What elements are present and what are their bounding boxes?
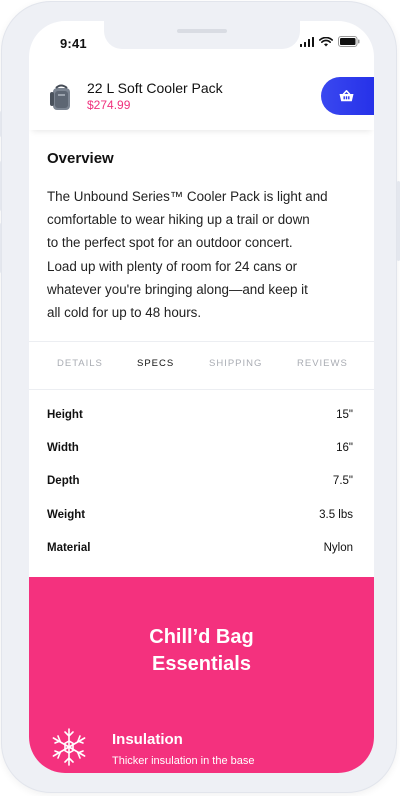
spec-label: Weight [47,509,86,521]
tab-bar: DETAILS SPECS SHIPPING REVIEWS [29,341,374,390]
overview-line: Load up with plenty of room for 24 cans … [47,258,298,274]
product-name: 22 L Soft Cooler Pack [87,80,223,96]
volume-up-button [0,161,1,211]
tab-details[interactable]: DETAILS [57,358,103,369]
feature-description: Thicker insulation in the base [112,755,255,767]
spec-row-width: Width 16" [47,442,353,460]
overview-line: all cold for up to 48 hours. [47,305,202,321]
add-to-cart-button[interactable] [321,77,374,115]
volume-down-button [0,223,1,273]
spec-value: 3.5 lbs [319,509,353,521]
spec-label: Depth [47,475,80,487]
notch [104,21,300,49]
cooler-pack-thumbnail [50,84,70,110]
essentials-section: Chill’d Bag Essentials Insulation Thicke… [29,577,374,773]
spec-row-weight: Weight 3.5 lbs [47,509,353,527]
spec-value: 15" [336,409,353,421]
essentials-title-line: Chill’d Bag [149,626,254,648]
wifi-icon [319,36,333,46]
feature-title: Insulation [112,731,183,748]
signal-icon [299,36,314,47]
status-time: 9:41 [60,36,87,51]
tab-reviews[interactable]: REVIEWS [297,358,348,369]
spec-row-depth: Depth 7.5" [47,475,353,493]
essentials-title: Chill’d Bag Essentials [29,624,374,678]
spec-row-height: Height 15" [47,409,353,427]
overview-line: The Unbound Series™ Cooler Pack is light… [47,189,328,204]
spec-row-material: Material Nylon [47,542,353,560]
overview-line: comfortable to wear hiking up a trail or… [47,212,310,228]
essentials-title-line: Essentials [152,653,251,675]
overview-description: The Unbound Series™ Cooler Pack is light… [47,185,357,324]
overview-title: Overview [47,150,114,167]
battery-icon [338,36,360,47]
tab-shipping[interactable]: SHIPPING [209,358,262,369]
speaker-grille [177,29,227,33]
overview-line: whatever you're bringing along—and keep … [47,281,308,297]
tab-specs[interactable]: SPECS [137,358,174,369]
spec-value: 16" [336,442,353,454]
overview-line: to the perfect spot for an outdoor conce… [47,235,293,251]
spec-label: Height [47,409,83,421]
product-header: 22 L Soft Cooler Pack $274.99 [29,66,374,130]
phone-frame: 9:41 22 L Soft Cooler Pack $274.99 Overv… [0,1,400,793]
side-button [0,111,1,137]
status-icons [299,36,361,47]
app-screen: 9:41 22 L Soft Cooler Pack $274.99 Overv… [29,21,374,773]
basket-icon [339,90,353,102]
spec-value: 7.5" [332,475,353,487]
product-price: $274.99 [87,98,131,112]
spec-value: Nylon [323,542,353,554]
snowflake-icon [52,728,86,766]
spec-label: Material [47,542,91,554]
spec-label: Width [47,442,79,454]
